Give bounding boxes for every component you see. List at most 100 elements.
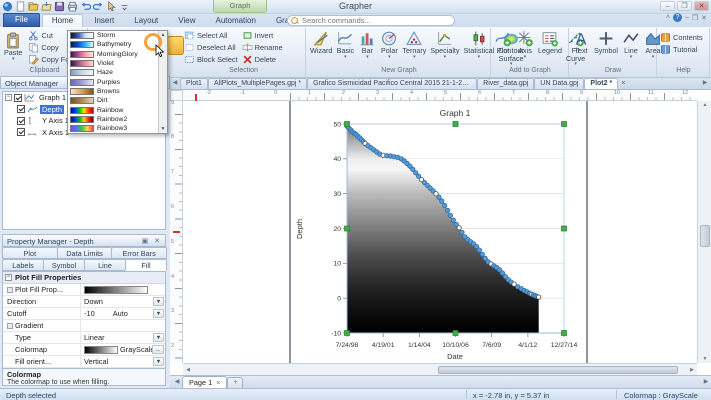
doc-tab-close-icon[interactable]: × (618, 78, 628, 89)
app-icon[interactable] (2, 1, 13, 12)
open-file-icon[interactable] (28, 1, 39, 12)
button-paste[interactable]: Paste▾ (2, 29, 24, 62)
minimize-button[interactable]: – (660, 1, 675, 11)
tree-checkbox[interactable] (17, 117, 25, 125)
dropdown-arrow-icon[interactable]: ▼ (153, 297, 164, 306)
new-file-icon[interactable] (15, 1, 26, 12)
doc-tab-scroll-right-icon[interactable]: ▶ (700, 78, 710, 89)
colormap-option-rainbow[interactable]: Rainbow (68, 105, 158, 114)
button-delete[interactable]: Delete (240, 53, 285, 65)
scroll-up-icon[interactable]: ▲ (698, 102, 711, 108)
document-tab-grafico-sismicidad-pacifico-central-2015-21-1-2015-version-2-gpj[interactable]: Grafico Sismicidad Pacifico Central 2015… (307, 78, 477, 89)
ribbon-tab-view[interactable]: View (169, 15, 204, 27)
button-text[interactable]: AText (570, 29, 592, 56)
button-wizard[interactable]: Wizard (308, 29, 334, 56)
tree-checkbox[interactable] (17, 128, 25, 136)
import-icon[interactable] (41, 1, 52, 12)
button-tutorial[interactable]: Tutorial (658, 43, 705, 55)
ribbon-tab-layout[interactable]: Layout (125, 15, 167, 27)
graph-svg[interactable]: Graph 150403020100-107/24/984/19/011/14/… (290, 101, 600, 365)
redo-icon[interactable] (93, 1, 104, 12)
more-options-button[interactable]: ... (152, 345, 164, 354)
doc-minimize-icon[interactable]: – (685, 14, 689, 21)
button-axis[interactable]: Axis▾ (514, 29, 536, 60)
colormap-option-haze[interactable]: Haze (68, 68, 158, 77)
button-ternary[interactable]: Ternary▾ (400, 29, 428, 60)
help-icon[interactable]: ? (673, 13, 682, 22)
page-scroll-right-icon[interactable]: ▶ (701, 377, 711, 388)
document-tab-plot2[interactable]: Plot2 * (584, 78, 618, 89)
document-tab-plot1[interactable]: Plot1 (180, 78, 208, 89)
scroll-right-icon[interactable]: ▶ (687, 367, 697, 373)
scroll-left-icon[interactable]: ◀ (183, 367, 193, 373)
expand-box-icon[interactable] (7, 323, 13, 329)
button-contents[interactable]: Contents (658, 31, 705, 43)
button-invert[interactable]: Invert (240, 29, 285, 41)
property-manager-header[interactable]: Property Manager - Depth ▣ ✕ (2, 234, 166, 247)
property-tab-labels[interactable]: Labels (2, 259, 44, 271)
button-plot[interactable]: Plot (492, 29, 514, 56)
search-input[interactable] (287, 15, 455, 26)
property-tab-plot[interactable]: Plot (2, 247, 58, 259)
property-value[interactable] (81, 320, 165, 331)
button-polar[interactable]: Polar▾ (378, 29, 400, 60)
button-rename[interactable]: Rename (240, 41, 285, 53)
dropdown-arrow-icon[interactable]: ▼ (153, 357, 164, 366)
button-block-select[interactable]: Block Select (182, 53, 240, 65)
property-value[interactable] (81, 284, 165, 295)
colormap-option-purples[interactable]: Purples (68, 77, 158, 86)
ribbon-tab-home[interactable]: Home (42, 14, 83, 27)
ribbon-tab-automation[interactable]: Automation (206, 15, 264, 27)
panel-pin-close-icons[interactable]: ▣ ✕ (142, 237, 162, 245)
doc-restore-icon[interactable]: ❐ (692, 14, 698, 22)
colormap-option-rainbow3[interactable]: Rainbow3 (68, 124, 158, 133)
qat-dropdown-icon[interactable] (119, 1, 130, 12)
page-add-tab[interactable]: + (227, 377, 243, 388)
pointer-tool-icon[interactable] (106, 1, 117, 12)
property-value[interactable]: GrayScale... (81, 344, 165, 355)
plot-canvas[interactable]: Graph 150403020100-107/24/984/19/011/14/… (170, 90, 711, 375)
document-tab-un-data-gpj[interactable]: UN Data.gpj (534, 78, 584, 89)
button-legend[interactable]: Legend (536, 29, 564, 56)
page-tab-page-1[interactable]: Page 1× (182, 376, 227, 388)
colormap-option-dirt[interactable]: Dirt (68, 96, 158, 105)
tree-checkbox[interactable] (14, 94, 22, 102)
property-value[interactable]: -10Auto▼ (81, 308, 165, 319)
button-specialty[interactable]: Specialty▾ (428, 29, 461, 60)
page-tab-close-icon[interactable]: × (216, 377, 220, 388)
property-tab-symbol[interactable]: Symbol (43, 259, 85, 271)
document-tab-river-data-gpj[interactable]: River_data.gpj (477, 78, 534, 89)
dropdown-scroll-down-icon[interactable]: ▼ (161, 125, 166, 133)
dropdown-arrow-icon[interactable]: ▼ (153, 333, 164, 342)
button-line[interactable]: Line▾ (620, 29, 642, 60)
colormap-option-browns[interactable]: Browns (68, 87, 158, 96)
vertical-scrollbar[interactable]: ▲ ▼ (697, 101, 711, 363)
button-basic[interactable]: Basic▾ (334, 29, 356, 60)
ribbon-tab-file[interactable]: File (3, 13, 40, 27)
undo-icon[interactable] (80, 1, 91, 12)
page-scroll-left-icon[interactable]: ◀ (172, 377, 182, 388)
property-value[interactable]: Vertical▼ (81, 356, 165, 367)
button-select-all[interactable]: Select All (182, 29, 240, 41)
contextual-tab-group-graph[interactable]: Graph (213, 0, 267, 13)
dropdown-arrow-icon[interactable]: ▼ (153, 309, 164, 318)
property-tab-fill[interactable]: Fill (125, 259, 167, 271)
section-collapse-icon[interactable]: − (5, 274, 12, 281)
colormap-option-morningglory[interactable]: MorningGlory (68, 50, 158, 59)
document-tab-allplots-multiplepages-gpj[interactable]: AllPlots_MultiplePages.gpj * (208, 78, 307, 89)
button-symbol[interactable]: Symbol (592, 29, 620, 56)
property-tab-data-limits[interactable]: Data Limits (57, 247, 113, 259)
print-icon[interactable] (67, 1, 78, 12)
vertical-scroll-thumb[interactable] (700, 225, 710, 247)
colormap-option-violet[interactable]: Violet (68, 59, 158, 68)
doc-close-icon[interactable]: ✕ (701, 14, 707, 22)
restore-button[interactable]: ❐ (677, 1, 692, 11)
doc-tab-scroll-left-icon[interactable]: ◀ (170, 78, 180, 89)
scroll-down-icon[interactable]: ▼ (698, 356, 711, 362)
expand-box-icon[interactable] (7, 287, 13, 293)
property-tab-line[interactable]: Line (84, 259, 126, 271)
colormap-option-rainbow2[interactable]: Rainbow2 (68, 115, 158, 124)
property-value[interactable]: Linear▼ (81, 332, 165, 343)
button-deselect-all[interactable]: Deselect All (182, 41, 240, 53)
save-icon[interactable] (54, 1, 65, 12)
